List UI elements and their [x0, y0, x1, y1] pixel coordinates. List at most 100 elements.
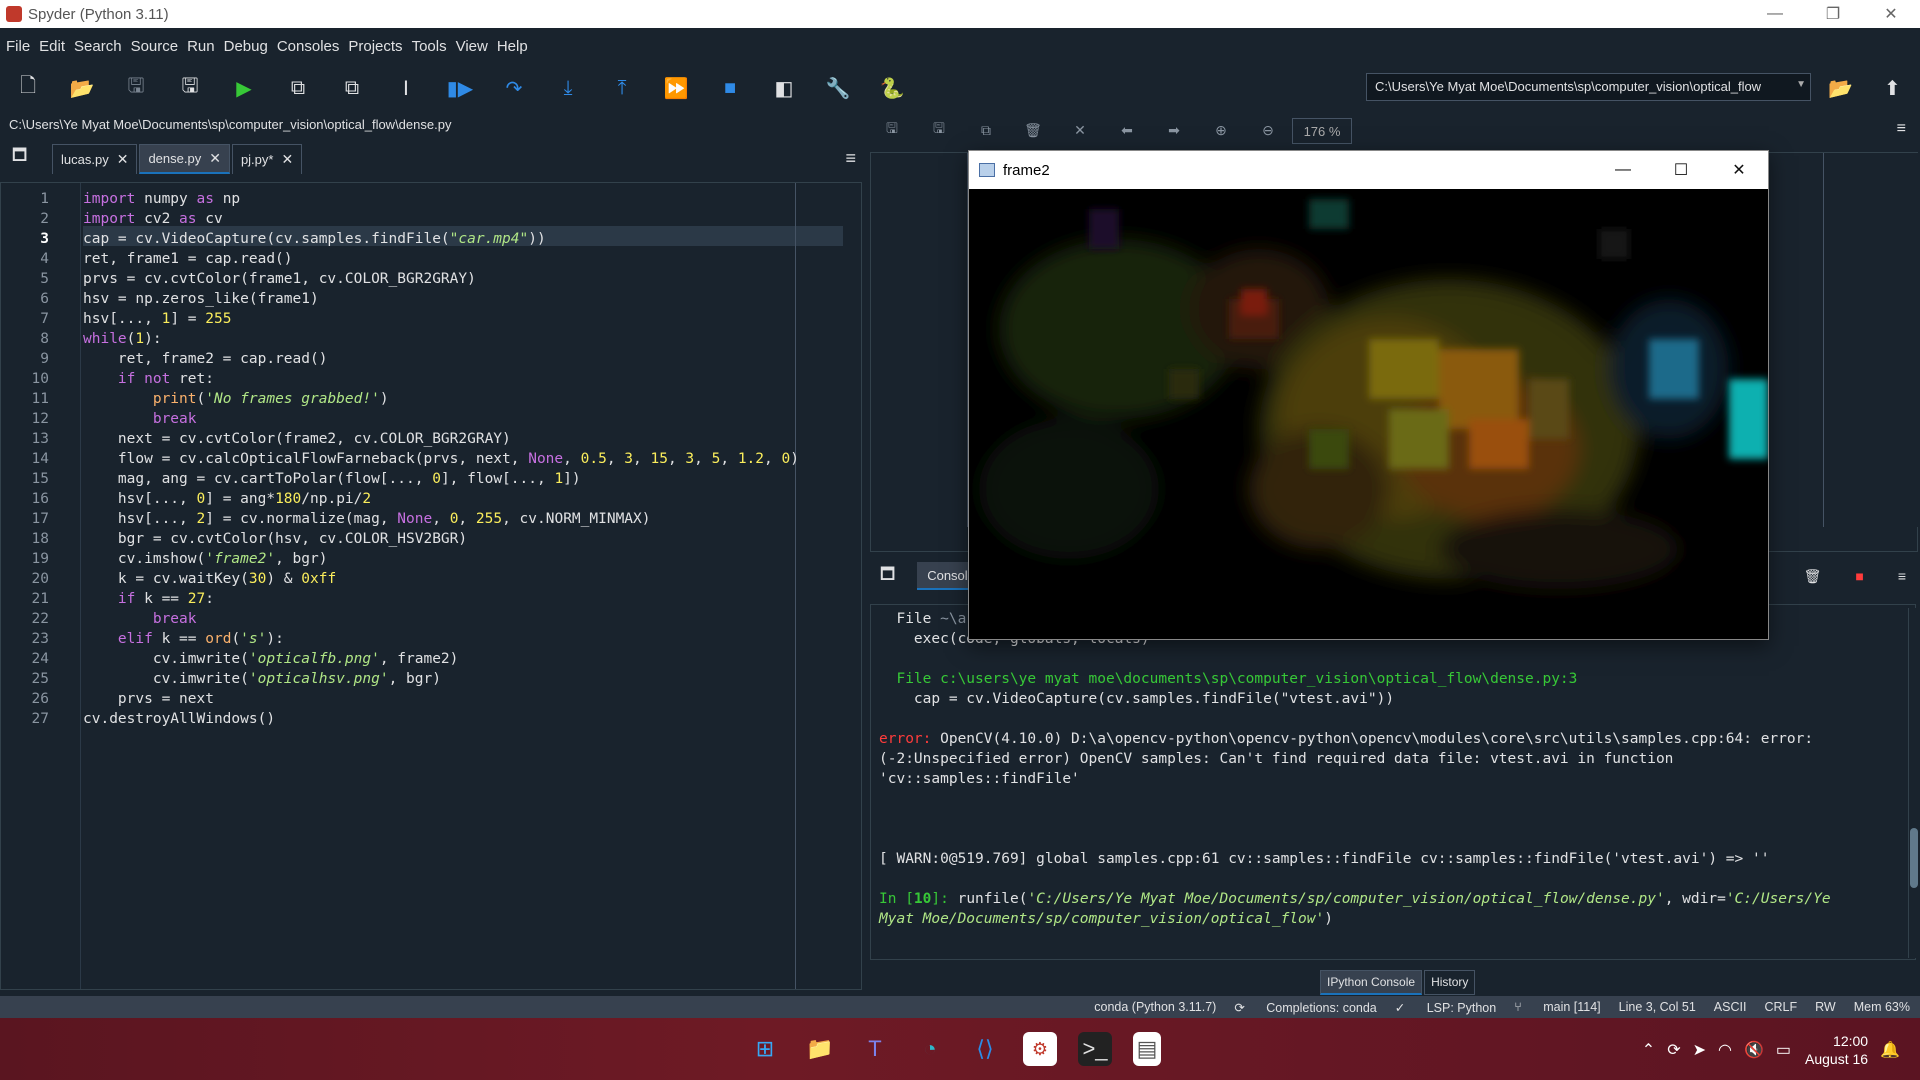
- maximize-button[interactable]: ☐: [1652, 160, 1710, 180]
- close-button[interactable]: ✕: [1710, 160, 1768, 180]
- status-lsp[interactable]: ✓ LSP: Python: [1395, 1000, 1496, 1015]
- stop-debug-icon[interactable]: ■: [716, 74, 744, 102]
- close-tab-icon[interactable]: ✕: [117, 151, 129, 168]
- optical-flow-visualization: [969, 189, 1768, 639]
- hamburger-menu-icon[interactable]: ≡: [1898, 568, 1906, 585]
- next-plot-icon[interactable]: ➡: [1164, 122, 1184, 139]
- ipython-console-output[interactable]: File ~\a exec(code, globals, locals) Fil…: [870, 604, 1916, 960]
- save-all-icon[interactable]: 🖫: [176, 74, 204, 102]
- preferences-wrench-icon[interactable]: 🔧: [824, 74, 852, 102]
- step-return-icon[interactable]: ⤒: [608, 74, 636, 102]
- menu-source[interactable]: Source: [131, 38, 179, 55]
- menu-search[interactable]: Search: [74, 38, 122, 55]
- code-line: 8 while(1):: [40, 331, 162, 347]
- menu-debug[interactable]: Debug: [224, 38, 268, 55]
- browse-tabs-icon[interactable]: 🗖: [880, 563, 895, 590]
- hamburger-menu-icon[interactable]: ≡: [1897, 120, 1906, 138]
- remove-all-plots-icon[interactable]: ✕: [1070, 122, 1090, 139]
- tab-pj[interactable]: pj.py* ✕: [231, 144, 303, 174]
- stop-kernel-icon[interactable]: ■: [1855, 568, 1863, 585]
- teams-icon[interactable]: T: [858, 1032, 892, 1066]
- frame2-window[interactable]: frame2 — ☐ ✕: [968, 150, 1769, 640]
- code-line: 24 cv.imwrite('opticalfb.png', frame2): [31, 651, 459, 667]
- run-icon[interactable]: ▶: [230, 74, 258, 102]
- close-tab-icon[interactable]: ✕: [281, 151, 293, 168]
- run-selection-icon[interactable]: Ⅰ: [392, 74, 420, 102]
- save-plot-icon[interactable]: 🖫: [882, 118, 902, 142]
- restore-button[interactable]: ❐: [1804, 4, 1862, 24]
- open-folder-icon[interactable]: 📂: [68, 74, 96, 102]
- maximize-pane-icon[interactable]: ◧: [770, 74, 798, 102]
- code-editor[interactable]: 1 import numpy as np 2 import cv2 as cv 3c…: [0, 182, 862, 990]
- remove-variables-icon[interactable]: 🗑: [1804, 568, 1822, 585]
- start-windows-icon[interactable]: ⊞: [748, 1032, 782, 1066]
- battery-icon[interactable]: ▭: [1776, 1040, 1791, 1060]
- code-line: 18 bgr = cv.cvtColor(hsv, cv.COLOR_HSV2B…: [31, 531, 468, 547]
- notifications-bell-icon[interactable]: 🔔: [1880, 1040, 1900, 1060]
- tab-ipython-console[interactable]: IPython Console: [1320, 970, 1423, 995]
- file-explorer-icon[interactable]: 📁: [803, 1032, 837, 1066]
- menu-edit[interactable]: Edit: [39, 38, 65, 55]
- minimize-button[interactable]: —: [1594, 161, 1652, 179]
- code-line: 5 prvs = cv.cvtColor(frame1, cv.COLOR_BGR…: [40, 271, 476, 287]
- previous-plot-icon[interactable]: ⬅: [1117, 122, 1137, 139]
- hamburger-menu-icon[interactable]: ≡: [845, 148, 856, 169]
- status-git[interactable]: ⑂ main [114]: [1514, 1000, 1600, 1014]
- scrollbar-thumb[interactable]: [1910, 828, 1918, 888]
- run-cell-advance-icon[interactable]: ⧉: [338, 74, 366, 102]
- menu-consoles[interactable]: Consoles: [277, 38, 340, 55]
- close-button[interactable]: ✕: [1862, 4, 1920, 24]
- frame2-titlebar[interactable]: frame2 — ☐ ✕: [969, 151, 1768, 189]
- spyder-taskbar-icon[interactable]: ⚙: [1023, 1032, 1057, 1066]
- menu-view[interactable]: View: [456, 38, 488, 55]
- continue-icon[interactable]: ⏩: [662, 74, 690, 102]
- tab-label: lucas.py: [61, 152, 109, 167]
- status-env[interactable]: conda (Python 3.11.7): [1094, 1000, 1216, 1014]
- edge-browser-icon[interactable]: ◔: [913, 1032, 947, 1066]
- sync-icon[interactable]: ⟳: [1667, 1040, 1680, 1060]
- step-icon[interactable]: ↷: [500, 74, 528, 102]
- save-all-plots-icon[interactable]: 🖫: [929, 118, 949, 142]
- tab-dense[interactable]: dense.py ✕: [139, 144, 230, 174]
- console-line: cap = cv.VideoCapture(cv.samples.findFil…: [879, 691, 1395, 707]
- save-icon[interactable]: 🖫: [122, 74, 150, 102]
- chevron-up-icon[interactable]: ⌃: [1642, 1040, 1655, 1060]
- minimize-button[interactable]: —: [1746, 5, 1804, 23]
- run-cell-icon[interactable]: ⧉: [284, 74, 312, 102]
- volume-muted-icon[interactable]: 🔇: [1744, 1040, 1764, 1060]
- step-into-icon[interactable]: ⤓: [554, 74, 582, 102]
- terminal-icon[interactable]: >_: [1078, 1032, 1112, 1066]
- remove-plot-icon[interactable]: 🗑: [1023, 122, 1043, 139]
- document-icon[interactable]: ▤: [1133, 1032, 1161, 1066]
- menu-run[interactable]: Run: [187, 38, 215, 55]
- menu-file[interactable]: File: [6, 38, 30, 55]
- wifi-icon[interactable]: ◠: [1718, 1040, 1732, 1060]
- browse-directory-icon[interactable]: 📂: [1828, 76, 1853, 101]
- send-icon[interactable]: ➤: [1693, 1040, 1706, 1060]
- browse-tabs-icon[interactable]: 🗖: [12, 144, 36, 168]
- code-line: 11 print('No frames grabbed!'): [31, 391, 389, 407]
- parent-directory-icon[interactable]: ⬆: [1884, 76, 1901, 101]
- status-completions[interactable]: ⟳ Completions: conda: [1234, 1000, 1376, 1015]
- tab-history[interactable]: History: [1424, 970, 1476, 995]
- close-tab-icon[interactable]: ✕: [209, 150, 221, 167]
- menu-help[interactable]: Help: [497, 38, 528, 55]
- vscode-icon[interactable]: ⟨⟩: [968, 1032, 1002, 1066]
- menu-tools[interactable]: Tools: [412, 38, 447, 55]
- debug-icon[interactable]: ▮▶: [446, 74, 474, 102]
- zoom-level-field[interactable]: 176 %: [1292, 118, 1352, 144]
- python-path-icon[interactable]: 🐍: [878, 74, 906, 102]
- zoom-out-icon[interactable]: ⊖: [1258, 122, 1278, 139]
- console-scrollbar[interactable]: [1908, 608, 1918, 958]
- tab-lucas[interactable]: lucas.py ✕: [52, 144, 138, 174]
- new-file-icon[interactable]: 🗋: [14, 74, 42, 102]
- taskbar-clock[interactable]: 12:00 August 16: [1805, 1032, 1868, 1068]
- working-directory-combo[interactable]: C:\Users\Ye Myat Moe\Documents\sp\comput…: [1366, 73, 1811, 101]
- chevron-down-icon[interactable]: ▼: [1796, 79, 1806, 90]
- menu-projects[interactable]: Projects: [348, 38, 402, 55]
- zoom-in-icon[interactable]: ⊕: [1211, 122, 1231, 139]
- copy-plot-icon[interactable]: ⧉: [976, 122, 996, 139]
- system-tray: ⌃ ⟳ ➤ ◠ 🔇 ▭ 12:00 August 16 🔔: [1630, 1032, 1900, 1068]
- plot-thumbnails[interactable]: [1823, 153, 1919, 527]
